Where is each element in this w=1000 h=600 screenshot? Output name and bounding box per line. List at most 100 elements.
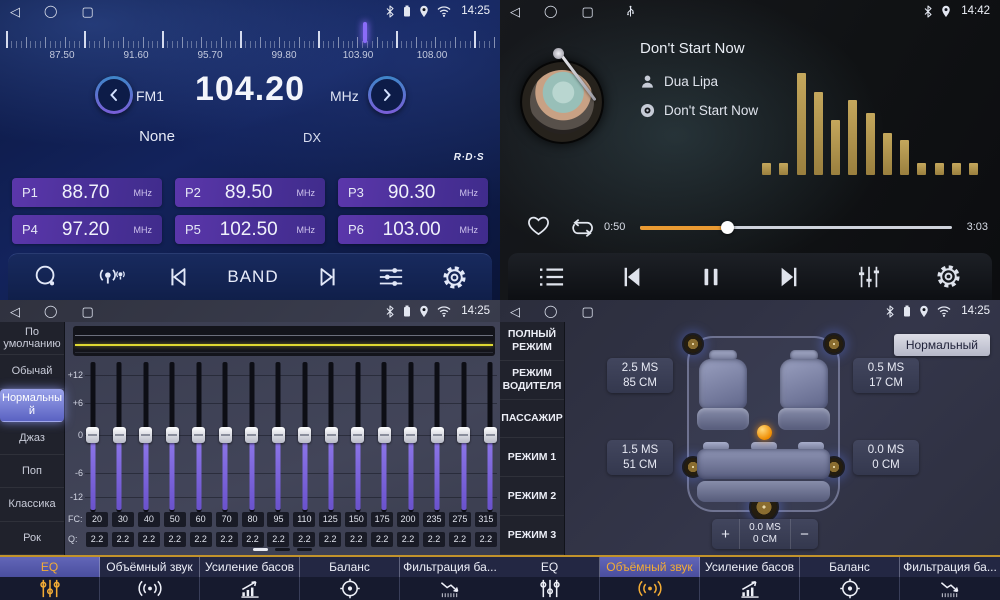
slider-thumb[interactable]: [378, 427, 391, 443]
eq-sliders-icon[interactable]: [500, 577, 600, 600]
band-slider[interactable]: [86, 362, 99, 512]
playlist-icon[interactable]: [538, 265, 566, 289]
slider-thumb[interactable]: [298, 427, 311, 443]
band-slider[interactable]: [431, 362, 444, 512]
rear-right-delay-button[interactable]: 0.0 MS 0 CM: [853, 440, 919, 475]
search-stations-icon[interactable]: [32, 263, 60, 291]
band-slider[interactable]: [245, 362, 258, 512]
eq-preset-item[interactable]: Джаз: [0, 422, 64, 455]
preset-button[interactable]: P188.70MHz: [12, 178, 162, 207]
slider-thumb[interactable]: [139, 427, 152, 443]
rear-left-delay-button[interactable]: 1.5 MS 51 CM: [607, 440, 673, 475]
progress-bar[interactable]: [640, 226, 952, 229]
eq-preset-item[interactable]: Классика: [0, 488, 64, 521]
band-slider[interactable]: [192, 362, 205, 512]
surround-mode-item[interactable]: РЕЖИМ 3: [500, 516, 564, 555]
surround-mode-item[interactable]: РЕЖИМ 1: [500, 438, 564, 477]
band-slider[interactable]: [166, 362, 179, 512]
surround-sound-icon[interactable]: [600, 577, 700, 600]
band-slider[interactable]: [378, 362, 391, 512]
slider-thumb[interactable]: [245, 427, 258, 443]
tab-label[interactable]: Фильтрация ба...: [900, 557, 1000, 577]
back-icon[interactable]: ◁: [10, 305, 20, 318]
decrease-delay-button[interactable]: −: [791, 519, 818, 549]
tab-label[interactable]: Объёмный звук: [100, 557, 200, 577]
slider-thumb[interactable]: [113, 427, 126, 443]
slider-thumb[interactable]: [351, 427, 364, 443]
eq-preset-item[interactable]: Обычай: [0, 355, 64, 388]
tab-label[interactable]: EQ: [0, 557, 100, 577]
equalizer-icon[interactable]: [856, 264, 882, 290]
surround-mode-item[interactable]: РЕЖИМ ВОДИТЕЛЯ: [500, 361, 564, 400]
surround-mode-item[interactable]: РЕЖИМ 2: [500, 477, 564, 516]
tuning-dial[interactable]: [6, 24, 494, 50]
band-slider[interactable]: [325, 362, 338, 512]
slider-thumb[interactable]: [192, 427, 205, 443]
balance-icon[interactable]: [800, 577, 900, 600]
slider-thumb[interactable]: [457, 427, 470, 443]
tab-label[interactable]: Баланс: [300, 557, 400, 577]
preset-button[interactable]: P497.20MHz: [12, 215, 162, 244]
settings-gear-icon[interactable]: [441, 264, 468, 291]
slider-thumb[interactable]: [484, 427, 497, 443]
home-icon[interactable]: ◯: [44, 5, 57, 17]
previous-station-icon[interactable]: [165, 264, 191, 290]
previous-track-icon[interactable]: [619, 265, 645, 289]
tab-label[interactable]: EQ: [500, 557, 600, 577]
home-icon[interactable]: ◯: [44, 305, 57, 317]
tab-filter[interactable]: Фильтрация ба...: [900, 557, 1000, 600]
tab-surround-sound[interactable]: Объёмный звук: [600, 557, 700, 600]
pause-icon[interactable]: [699, 265, 723, 289]
tab-balance[interactable]: Баланс: [800, 557, 900, 600]
band-button[interactable]: BAND: [227, 267, 278, 287]
tab-filter[interactable]: Фильтрация ба...: [400, 557, 500, 600]
tab-balance[interactable]: Баланс: [300, 557, 400, 600]
eq-sliders-icon[interactable]: [0, 577, 100, 600]
band-slider[interactable]: [272, 362, 285, 512]
eq-preset-item[interactable]: Поп: [0, 455, 64, 488]
tab-surround-sound[interactable]: Объёмный звук: [100, 557, 200, 600]
front-left-delay-button[interactable]: 2.5 MS 85 CM: [607, 358, 673, 393]
tab-label[interactable]: Объёмный звук: [600, 557, 700, 577]
recents-icon[interactable]: ▢: [81, 305, 93, 318]
surround-mode-item[interactable]: ПАССАЖИР: [500, 400, 564, 439]
progress-thumb[interactable]: [721, 221, 734, 234]
balance-icon[interactable]: [300, 577, 400, 600]
tab-bass-boost[interactable]: Усиление басов: [700, 557, 800, 600]
bass-boost-icon[interactable]: [700, 577, 800, 600]
tab-label[interactable]: Баланс: [800, 557, 900, 577]
slider-thumb[interactable]: [325, 427, 338, 443]
band-slider[interactable]: [219, 362, 232, 512]
profile-button[interactable]: Нормальный: [894, 334, 990, 356]
slider-thumb[interactable]: [166, 427, 179, 443]
filter-icon[interactable]: [900, 577, 1000, 600]
tab-eq[interactable]: EQ: [500, 557, 600, 600]
band-slider[interactable]: [298, 362, 311, 512]
preset-button[interactable]: P6103.00MHz: [338, 215, 488, 244]
next-track-icon[interactable]: [776, 265, 802, 289]
band-slider[interactable]: [404, 362, 417, 512]
tab-label[interactable]: Фильтрация ба...: [400, 557, 500, 577]
tab-label[interactable]: Усиление басов: [700, 557, 800, 577]
slider-thumb[interactable]: [86, 427, 99, 443]
repeat-icon[interactable]: [568, 217, 597, 245]
slider-thumb[interactable]: [404, 427, 417, 443]
band-slider[interactable]: [113, 362, 126, 512]
recents-icon[interactable]: ▢: [81, 5, 93, 18]
band-slider[interactable]: [457, 362, 470, 512]
slider-thumb[interactable]: [272, 427, 285, 443]
preset-button[interactable]: P5102.50MHz: [175, 215, 325, 244]
filter-icon[interactable]: [400, 577, 500, 600]
front-right-delay-button[interactable]: 0.5 MS 17 CM: [853, 358, 919, 393]
listening-position-marker[interactable]: [757, 425, 772, 440]
surround-mode-item[interactable]: ПОЛНЫЙ РЕЖИМ: [500, 322, 564, 361]
next-station-icon[interactable]: [315, 264, 341, 290]
band-slider[interactable]: [139, 362, 152, 512]
slider-thumb[interactable]: [431, 427, 444, 443]
slider-thumb[interactable]: [219, 427, 232, 443]
favorite-heart-icon[interactable]: [526, 214, 551, 242]
surround-sound-icon[interactable]: [100, 577, 200, 600]
tab-label[interactable]: Усиление басов: [200, 557, 300, 577]
back-icon[interactable]: ◁: [10, 5, 20, 18]
recents-icon[interactable]: ▢: [581, 305, 593, 318]
